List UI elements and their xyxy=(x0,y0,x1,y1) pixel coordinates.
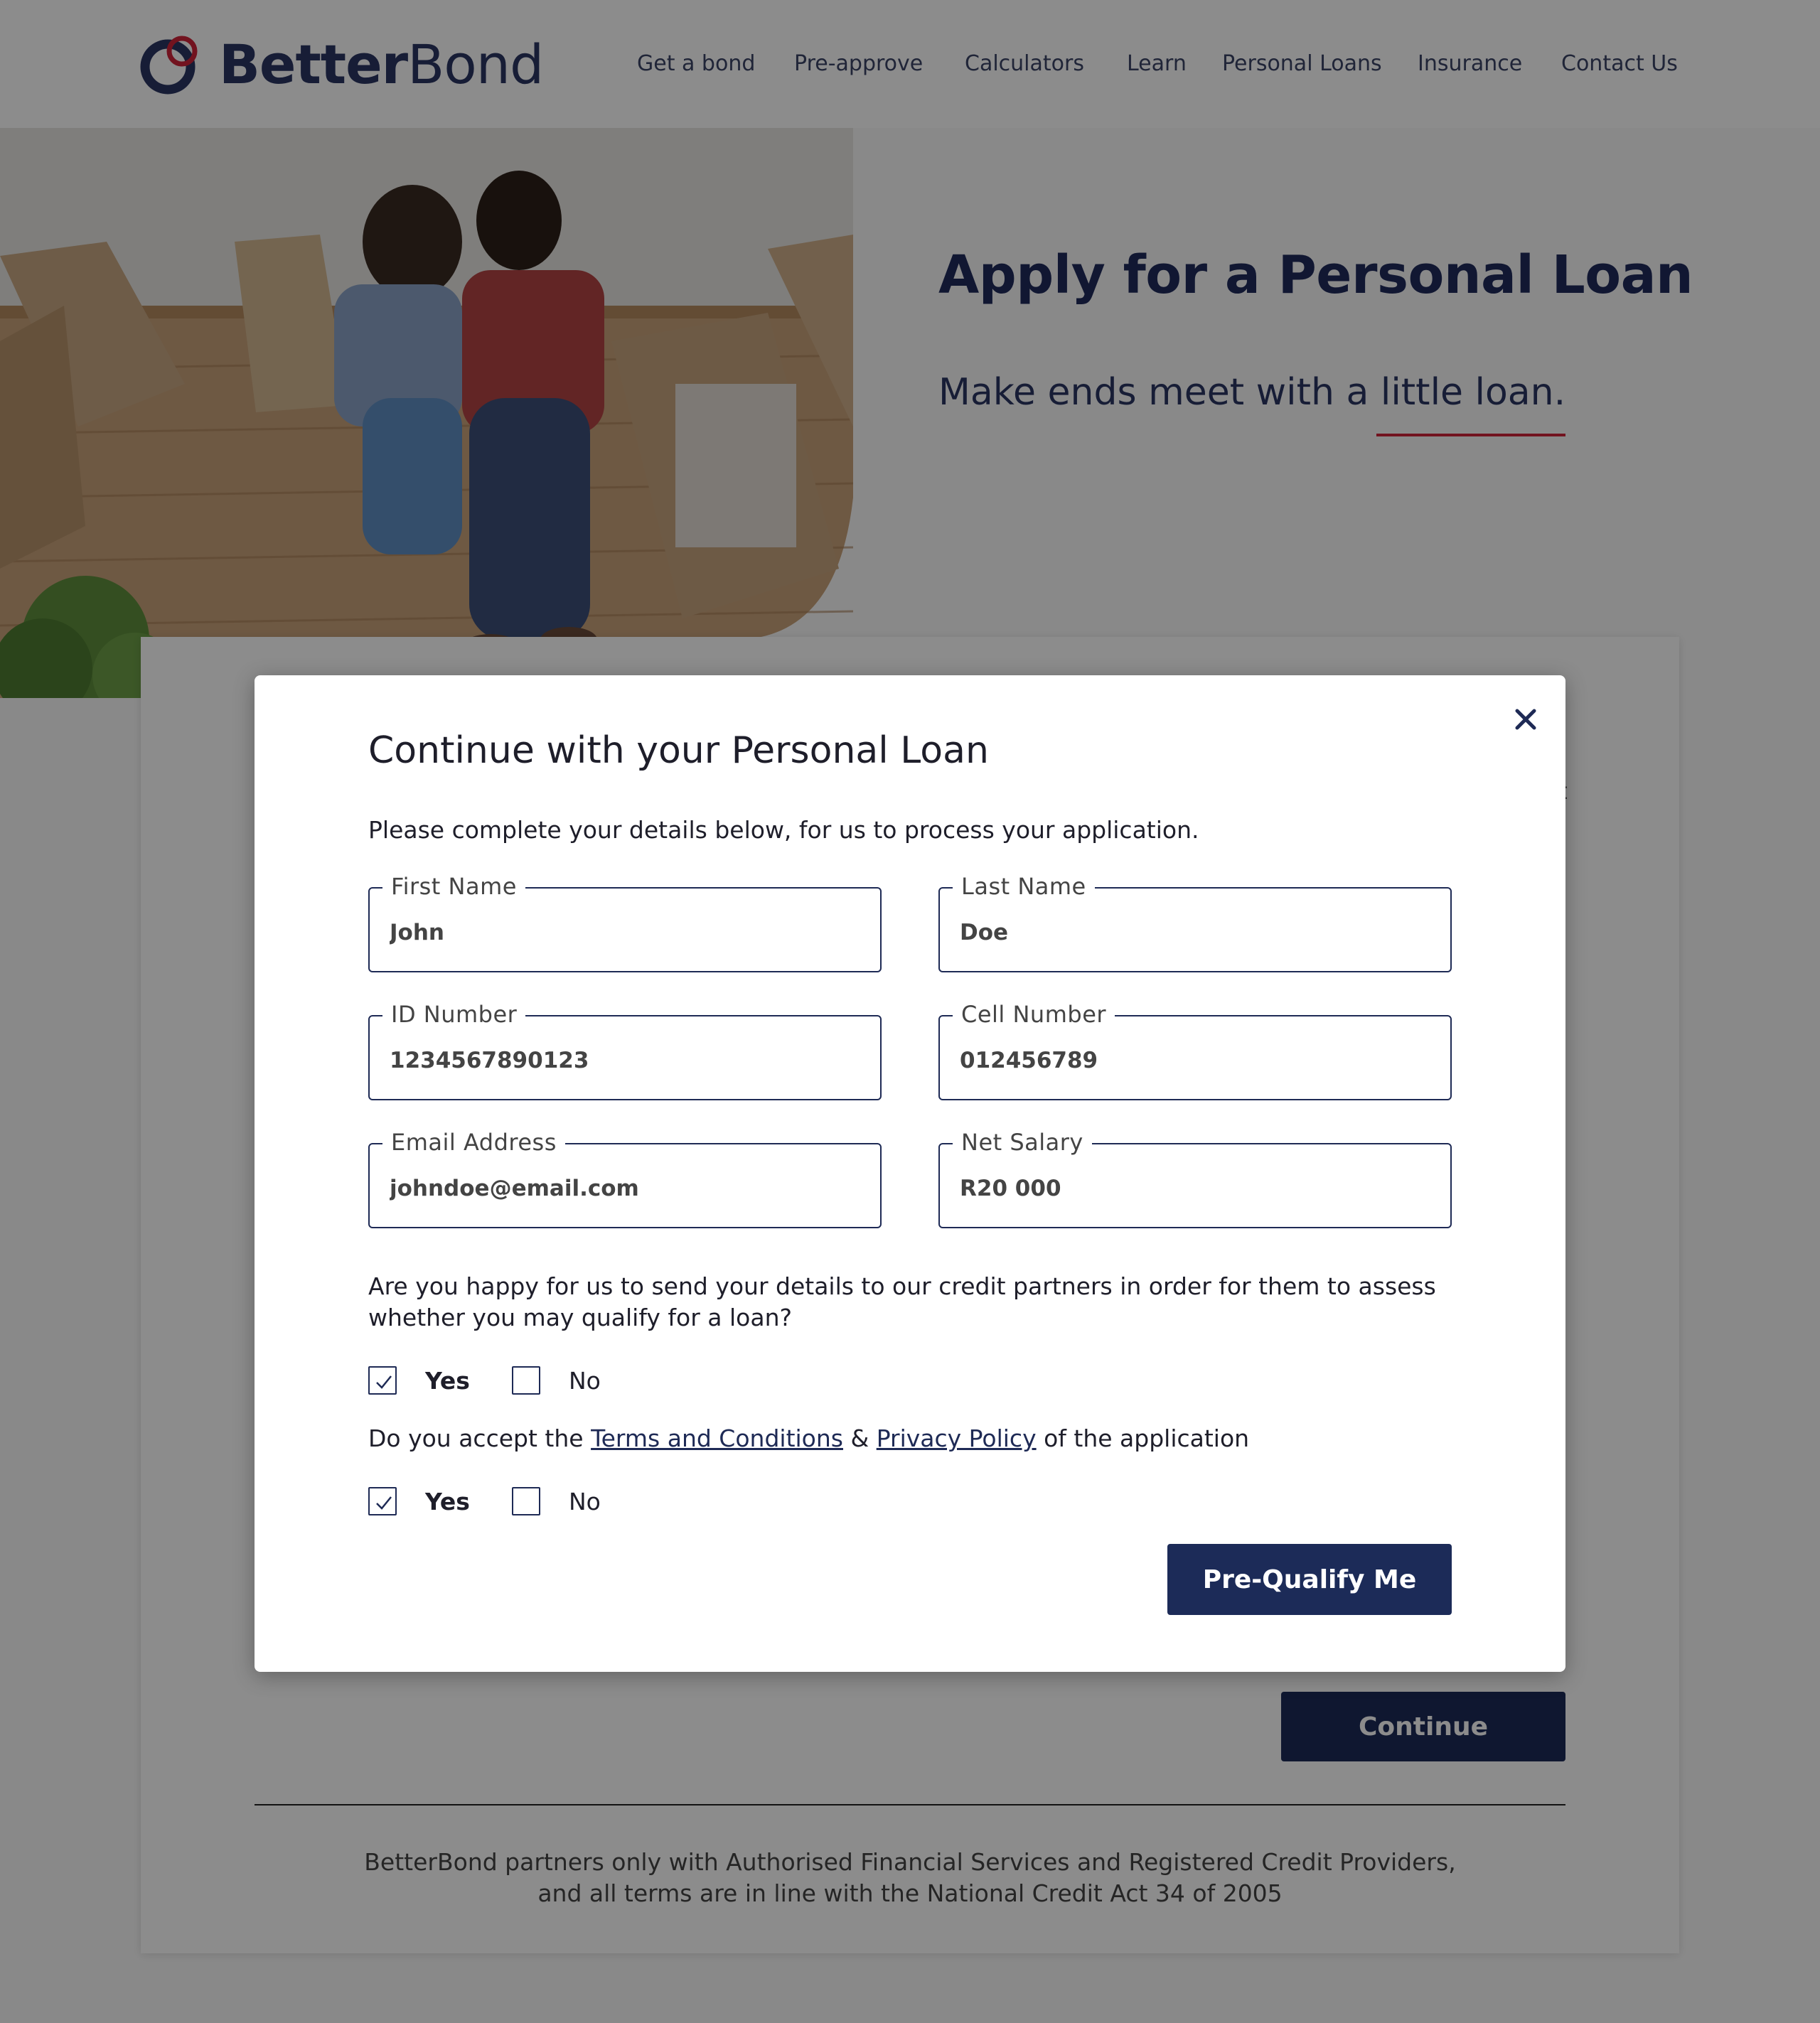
checkbox-unchecked[interactable] xyxy=(512,1487,540,1515)
cell-number-label: Cell Number xyxy=(953,1001,1115,1028)
credit-question-line-2: whether you may qualify for a loan? xyxy=(368,1304,792,1331)
id-number-input[interactable] xyxy=(390,1048,859,1073)
cell-number-input[interactable] xyxy=(960,1048,1429,1073)
last-name-label: Last Name xyxy=(953,873,1095,900)
credit-consent-no[interactable]: No xyxy=(512,1365,601,1396)
id-number-label: ID Number xyxy=(382,1001,526,1028)
terms-question-prefix: Do you accept the xyxy=(368,1424,592,1452)
credit-consent-yes-label: Yes xyxy=(425,1366,470,1395)
terms-accept-no-label: No xyxy=(569,1487,601,1515)
cell-number-field: Cell Number xyxy=(938,1001,1452,1100)
credit-question-line-1: Are you happy for us to send your detail… xyxy=(368,1272,1436,1300)
terms-question: Do you accept the Terms and Conditions &… xyxy=(368,1423,1477,1454)
terms-and-conditions-link[interactable]: Terms and Conditions xyxy=(591,1424,843,1452)
checkbox-unchecked[interactable] xyxy=(512,1366,540,1395)
email-field: Email Address xyxy=(368,1129,882,1228)
checkbox-checked[interactable] xyxy=(368,1366,397,1395)
personal-loan-modal: Continue with your Personal Loan Please … xyxy=(255,675,1565,1672)
net-salary-input[interactable] xyxy=(960,1176,1429,1201)
net-salary-field: Net Salary xyxy=(938,1129,1452,1228)
email-label: Email Address xyxy=(382,1129,565,1156)
last-name-field: Last Name xyxy=(938,873,1452,972)
first-name-field: First Name xyxy=(368,873,882,972)
last-name-input[interactable] xyxy=(960,920,1429,945)
credit-consent-no-label: No xyxy=(569,1366,601,1395)
terms-accept-yes-label: Yes xyxy=(425,1487,470,1515)
id-number-field: ID Number xyxy=(368,1001,882,1100)
credit-consent-yes[interactable]: Yes xyxy=(368,1365,470,1396)
close-icon[interactable] xyxy=(1506,699,1546,739)
terms-accept-yes[interactable]: Yes xyxy=(368,1486,470,1517)
modal-title: Continue with your Personal Loan xyxy=(368,729,989,772)
net-salary-label: Net Salary xyxy=(953,1129,1092,1156)
terms-question-amp: & xyxy=(842,1424,877,1452)
first-name-input[interactable] xyxy=(390,920,859,945)
modal-intro: Please complete your details below, for … xyxy=(368,816,1199,844)
email-input[interactable] xyxy=(390,1176,859,1201)
credit-partner-question: Are you happy for us to send your detail… xyxy=(368,1271,1477,1334)
terms-question-suffix: of the application xyxy=(1036,1424,1250,1452)
checkbox-checked[interactable] xyxy=(368,1487,397,1515)
privacy-policy-link[interactable]: Privacy Policy xyxy=(877,1424,1037,1452)
pre-qualify-button[interactable]: Pre-Qualify Me xyxy=(1167,1544,1452,1615)
terms-accept-no[interactable]: No xyxy=(512,1486,601,1517)
first-name-label: First Name xyxy=(382,873,525,900)
